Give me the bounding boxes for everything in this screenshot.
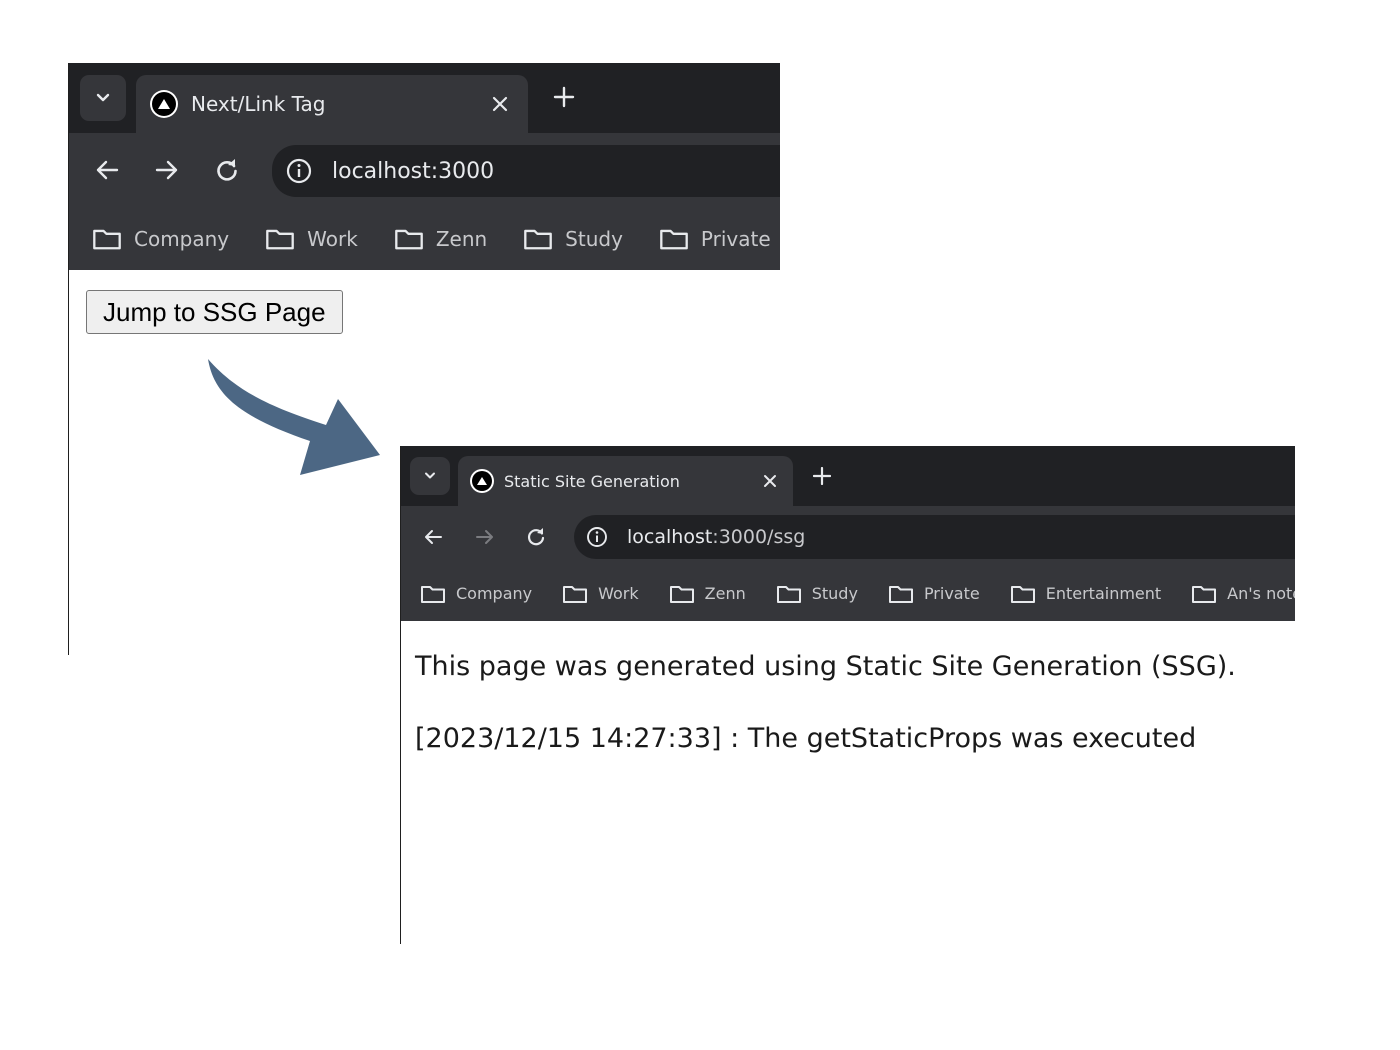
bookmark-work[interactable]: Work [562, 584, 639, 604]
plus-icon[interactable] [553, 86, 575, 108]
folder-icon [93, 229, 121, 250]
address-bar[interactable]: localhost:3000/ssg [574, 515, 1295, 559]
bookmark-zenn[interactable]: Zenn [394, 227, 487, 251]
tab-search-dropdown[interactable] [410, 457, 450, 495]
bookmark-label: Company [456, 584, 533, 603]
bookmark-label: Private [700, 227, 771, 251]
folder-icon [669, 585, 694, 603]
folder-icon [266, 229, 295, 250]
bookmarks-bar: Company Work Zenn Study Private Entertainment… [400, 566, 1295, 621]
folder-icon [660, 229, 688, 250]
reload-icon[interactable] [212, 155, 242, 185]
folder-icon [776, 585, 801, 603]
bookmark-label: Work [598, 584, 639, 603]
close-icon[interactable] [492, 96, 508, 112]
bookmark-work[interactable]: Work [265, 227, 358, 251]
bookmark-label: Study [565, 227, 623, 251]
bookmark-an-s-note[interactable]: An's note [1191, 584, 1295, 604]
tab-search-dropdown[interactable] [80, 75, 126, 121]
curved-arrow-icon [208, 359, 380, 475]
window-border [400, 446, 401, 944]
bookmarks-bar: Company Work Zenn Study Private [68, 208, 780, 270]
bookmark-label: Work [307, 227, 358, 251]
address-bar[interactable]: localhost:3000 [272, 145, 780, 197]
bookmark-study[interactable]: Study [776, 584, 858, 604]
tab-title: Static Site Generation [504, 471, 680, 491]
window-border [68, 63, 69, 655]
url-host: localhost [627, 526, 713, 548]
info-icon[interactable] [586, 526, 608, 548]
tab-title: Next/Link Tag [191, 92, 326, 116]
folder-icon [563, 585, 588, 603]
bookmark-zenn[interactable]: Zenn [669, 584, 746, 604]
folder-icon [394, 229, 423, 250]
url-path: :3000/ssg [712, 526, 806, 548]
bookmark-label: Company [134, 227, 230, 251]
nextjs-logo-icon [150, 90, 178, 118]
getstaticprops-log: [2023/12/15 14:27:33] : The getStaticPro… [415, 723, 1197, 754]
arrow-right-icon[interactable] [152, 155, 182, 185]
arrow-left-icon[interactable] [92, 155, 122, 185]
toolbar: localhost:3000/ssg [400, 506, 1295, 566]
arrow-left-icon[interactable] [420, 524, 446, 550]
bookmark-private[interactable]: Private [888, 584, 980, 604]
tab-next-link-tag[interactable]: Next/Link Tag [136, 75, 528, 133]
tab-strip: Static Site Generation [400, 446, 1295, 506]
bookmark-private[interactable]: Private [659, 227, 771, 251]
ssg-description: This page was generated using Static Sit… [415, 651, 1236, 682]
nextjs-logo-icon [470, 469, 494, 493]
chevron-down-icon [425, 472, 435, 479]
page-content: This page was generated using Static Sit… [400, 621, 1295, 944]
folder-icon [1192, 585, 1217, 603]
toolbar: localhost:3000 [68, 133, 780, 208]
bookmark-company[interactable]: Company [92, 227, 229, 251]
tab-static-site-generation[interactable]: Static Site Generation [458, 456, 793, 506]
bookmark-label: Entertainment [1045, 584, 1162, 603]
folder-icon [524, 229, 553, 250]
close-icon[interactable] [763, 474, 777, 488]
browser-window-2: Static Site Generation localhost:3000/ss… [400, 446, 1295, 944]
folder-icon [888, 585, 913, 603]
bookmark-label: Zenn [435, 227, 488, 251]
folder-icon [1010, 585, 1035, 603]
bookmark-label: An's note [1227, 584, 1295, 603]
arrow-right-icon[interactable] [472, 524, 498, 550]
info-icon[interactable] [286, 158, 312, 184]
plus-icon[interactable] [813, 467, 831, 485]
bookmark-label: Study [811, 584, 858, 603]
chevron-down-icon [96, 93, 110, 102]
url-text: localhost:3000/ssg [627, 526, 805, 548]
url-text: localhost:3000 [332, 158, 495, 184]
bookmark-label: Private [923, 584, 980, 603]
bookmark-study[interactable]: Study [523, 227, 623, 251]
bookmark-label: Zenn [704, 584, 746, 603]
tab-strip: Next/Link Tag [68, 63, 780, 133]
bookmark-entertainment[interactable]: Entertainment [1010, 584, 1161, 604]
folder-icon [421, 585, 445, 603]
jump-to-ssg-button[interactable]: Jump to SSG Page [86, 290, 343, 334]
reload-icon[interactable] [523, 524, 549, 550]
bookmark-company[interactable]: Company [420, 584, 532, 604]
